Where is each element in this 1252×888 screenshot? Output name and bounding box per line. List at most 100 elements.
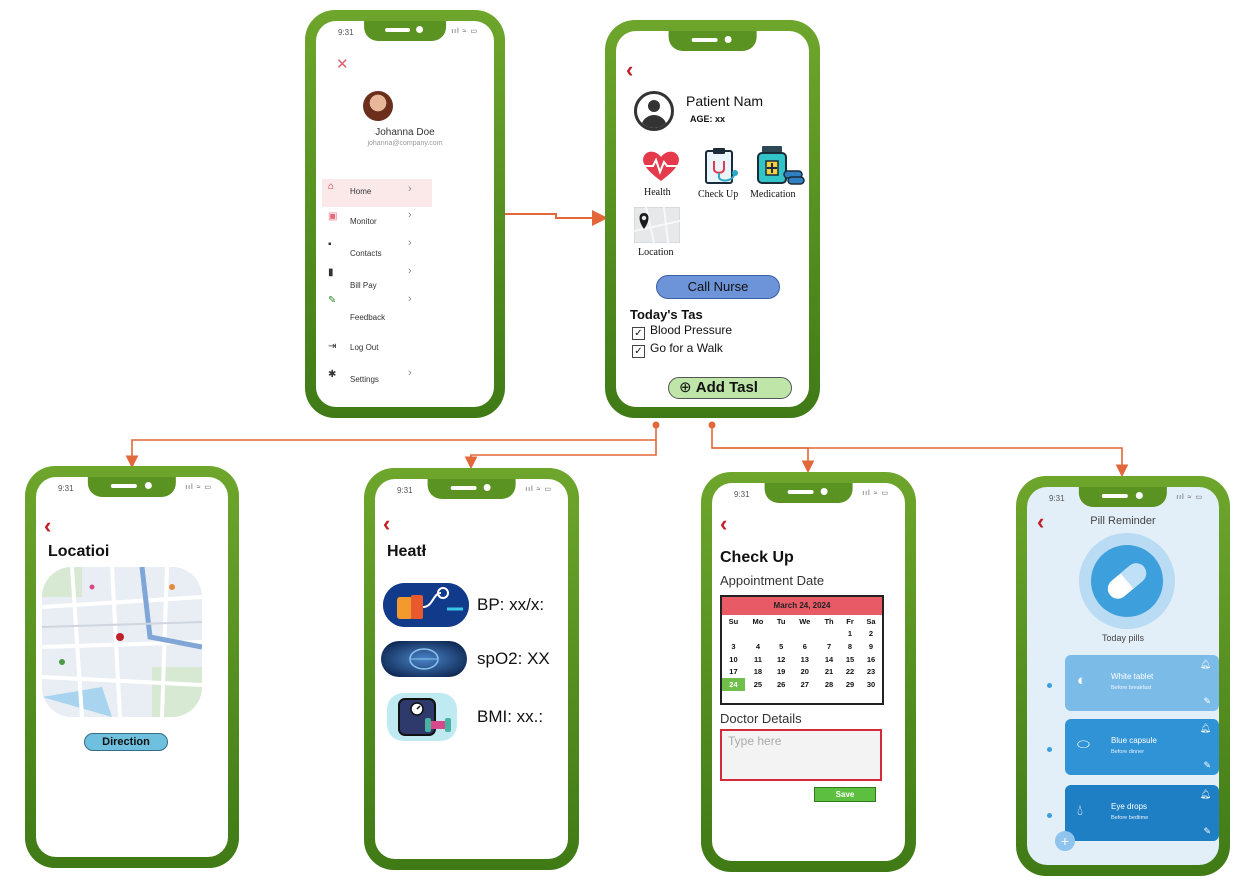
phone-notch bbox=[764, 483, 853, 503]
bill-pay-icon: ▮ bbox=[328, 267, 334, 278]
home-icon: ⌂ bbox=[328, 181, 335, 192]
calendar-day[interactable]: 23 bbox=[860, 665, 882, 678]
calendar-day[interactable]: 12 bbox=[771, 653, 792, 666]
appointment-date-label: Appointment Date bbox=[720, 573, 825, 588]
task-item[interactable]: ✓ Go for a Walk bbox=[632, 341, 723, 358]
pill-card[interactable]: 💧︎ Eye drops Before bedtime 🔔︎ ✎ bbox=[1065, 785, 1219, 841]
menu-item-label: Monitor bbox=[350, 217, 377, 226]
calendar-day[interactable]: 26 bbox=[771, 678, 792, 691]
phone-health: 9:31 ııl ≈ ▭ ‹ Heatł BP: xx/x: spO2: XX bbox=[364, 468, 579, 870]
task-checkbox[interactable]: ✓ bbox=[632, 345, 645, 358]
calendar-day[interactable]: 27 bbox=[791, 678, 818, 691]
checkup-tile[interactable] bbox=[702, 147, 742, 190]
today-pills-label: Today pills bbox=[1101, 633, 1145, 643]
menu-item-feedback[interactable]: ✎ Feedback › bbox=[322, 293, 432, 322]
medication-tile[interactable] bbox=[754, 145, 806, 190]
calendar-day[interactable]: 14 bbox=[818, 653, 840, 666]
bell-icon[interactable]: 🔔︎ bbox=[1200, 723, 1211, 734]
medication-bottle-icon bbox=[757, 146, 805, 185]
calendar-day[interactable]: 6 bbox=[791, 640, 818, 653]
calendar-day[interactable]: 9 bbox=[860, 640, 882, 653]
calendar-day[interactable]: 2 bbox=[860, 628, 882, 641]
calendar-day[interactable]: 1 bbox=[840, 628, 860, 641]
back-arrow-icon[interactable]: ‹ bbox=[720, 513, 727, 535]
calendar-day[interactable]: 22 bbox=[840, 665, 860, 678]
health-screen: 9:31 ııl ≈ ▭ ‹ Heatł BP: xx/x: spO2: XX bbox=[375, 479, 568, 859]
calendar-day[interactable]: 10 bbox=[722, 653, 745, 666]
back-arrow-icon[interactable]: ‹ bbox=[626, 59, 633, 81]
call-nurse-button[interactable]: Call Nurse bbox=[656, 275, 780, 299]
task-checkbox[interactable]: ✓ bbox=[632, 327, 645, 340]
calendar-day[interactable]: 8 bbox=[840, 640, 860, 653]
timeline-dot bbox=[1047, 683, 1052, 688]
add-task-button[interactable]: ⊕ Add Tasl bbox=[668, 377, 792, 399]
calendar-day[interactable]: 3 bbox=[722, 640, 745, 653]
calendar-day[interactable] bbox=[771, 628, 792, 641]
save-button[interactable]: Save bbox=[814, 787, 876, 802]
menu-item-bill-pay[interactable]: ▮ Bill Pay › bbox=[322, 265, 432, 293]
feedback-icon: ✎ bbox=[328, 295, 337, 306]
menu-item-monitor[interactable]: ▣ Monitor › bbox=[322, 209, 432, 237]
bell-icon[interactable]: 🔔︎ bbox=[1200, 789, 1211, 800]
pill-card[interactable]: ⬭ Blue capsule Before dinner 🔔︎ ✎ bbox=[1065, 719, 1219, 775]
calendar-day[interactable] bbox=[791, 628, 818, 641]
calendar-day[interactable] bbox=[818, 628, 840, 641]
settings-icon: ✱ bbox=[328, 369, 337, 380]
calendar-day[interactable]: 19 bbox=[771, 665, 792, 678]
close-icon[interactable]: ✕ bbox=[336, 55, 349, 73]
task-item[interactable]: ✓ Blood Pressure bbox=[632, 323, 732, 340]
edit-icon[interactable]: ✎ bbox=[1203, 760, 1211, 771]
map-view[interactable] bbox=[42, 567, 202, 717]
menu-item-settings[interactable]: ✱ Settings › bbox=[322, 367, 432, 395]
calendar-month: March 24, 2024 bbox=[722, 597, 882, 615]
pill-card[interactable]: ◐ White tablet Before breakfast 🔔︎ ✎ bbox=[1065, 655, 1219, 711]
phone-notch bbox=[87, 477, 177, 497]
calendar-day[interactable]: 4 bbox=[745, 640, 771, 653]
phone-notch bbox=[364, 21, 446, 41]
edit-icon[interactable]: ✎ bbox=[1203, 826, 1211, 837]
add-task-label: Add Tasl bbox=[695, 379, 758, 396]
calendar-week: 3 4 5 6 7 8 9 bbox=[722, 640, 882, 653]
calendar[interactable]: March 24, 2024 Su Mo Tu We Th Fr Sa 1 2 … bbox=[720, 595, 884, 705]
calendar-day[interactable] bbox=[722, 628, 745, 641]
calendar-day[interactable]: 13 bbox=[791, 653, 818, 666]
menu-item-home[interactable]: ⌂ Home › bbox=[322, 179, 432, 207]
menu-item-logout[interactable]: ⇥ Log Out bbox=[322, 339, 432, 367]
weekday-label: Sa bbox=[866, 616, 876, 626]
add-pill-button[interactable]: + bbox=[1055, 831, 1075, 851]
health-tile[interactable] bbox=[638, 149, 684, 188]
pill-note: Before dinner bbox=[1111, 749, 1145, 755]
calendar-day[interactable]: 30 bbox=[860, 678, 882, 691]
back-arrow-icon[interactable]: ‹ bbox=[383, 513, 390, 535]
capsule-icon: ⬭ bbox=[1077, 736, 1090, 753]
pill-hero-icon bbox=[1079, 533, 1175, 629]
calendar-week: 17 18 19 20 21 22 23 bbox=[722, 665, 882, 678]
calendar-day[interactable]: 17 bbox=[722, 665, 745, 678]
location-tile[interactable] bbox=[633, 206, 681, 248]
edit-icon[interactable]: ✎ bbox=[1203, 696, 1211, 707]
calendar-day[interactable]: 15 bbox=[840, 653, 860, 666]
calendar-day[interactable]: 20 bbox=[791, 665, 818, 678]
calendar-day-selected[interactable]: 24 bbox=[722, 677, 745, 691]
calendar-day[interactable]: 28 bbox=[818, 678, 840, 691]
contacts-icon: ▪ bbox=[328, 239, 332, 250]
calendar-day[interactable]: 25 bbox=[745, 678, 771, 691]
calendar-day[interactable]: 11 bbox=[745, 653, 771, 666]
calendar-day[interactable]: 16 bbox=[860, 653, 882, 666]
calendar-day[interactable]: 18 bbox=[745, 665, 771, 678]
calendar-day[interactable]: 7 bbox=[818, 640, 840, 653]
menu-item-label: Log Out bbox=[350, 343, 379, 352]
direction-button[interactable]: Direction bbox=[84, 733, 168, 751]
calendar-day[interactable]: 21 bbox=[818, 665, 840, 678]
calendar-day[interactable]: 29 bbox=[840, 678, 860, 691]
location-title: Locatioi bbox=[48, 543, 110, 560]
weekday-label: Tu bbox=[776, 616, 786, 626]
back-arrow-icon[interactable]: ‹ bbox=[44, 515, 51, 537]
calendar-day[interactable]: 5 bbox=[771, 640, 792, 653]
menu-item-contacts[interactable]: ▪ Contacts › bbox=[322, 237, 432, 265]
calendar-day[interactable] bbox=[745, 628, 771, 641]
avatar[interactable] bbox=[363, 91, 393, 121]
bmi-scale-icon bbox=[387, 693, 457, 741]
bell-icon[interactable]: 🔔︎ bbox=[1200, 659, 1211, 670]
doctor-details-input[interactable]: Type here bbox=[720, 729, 882, 781]
